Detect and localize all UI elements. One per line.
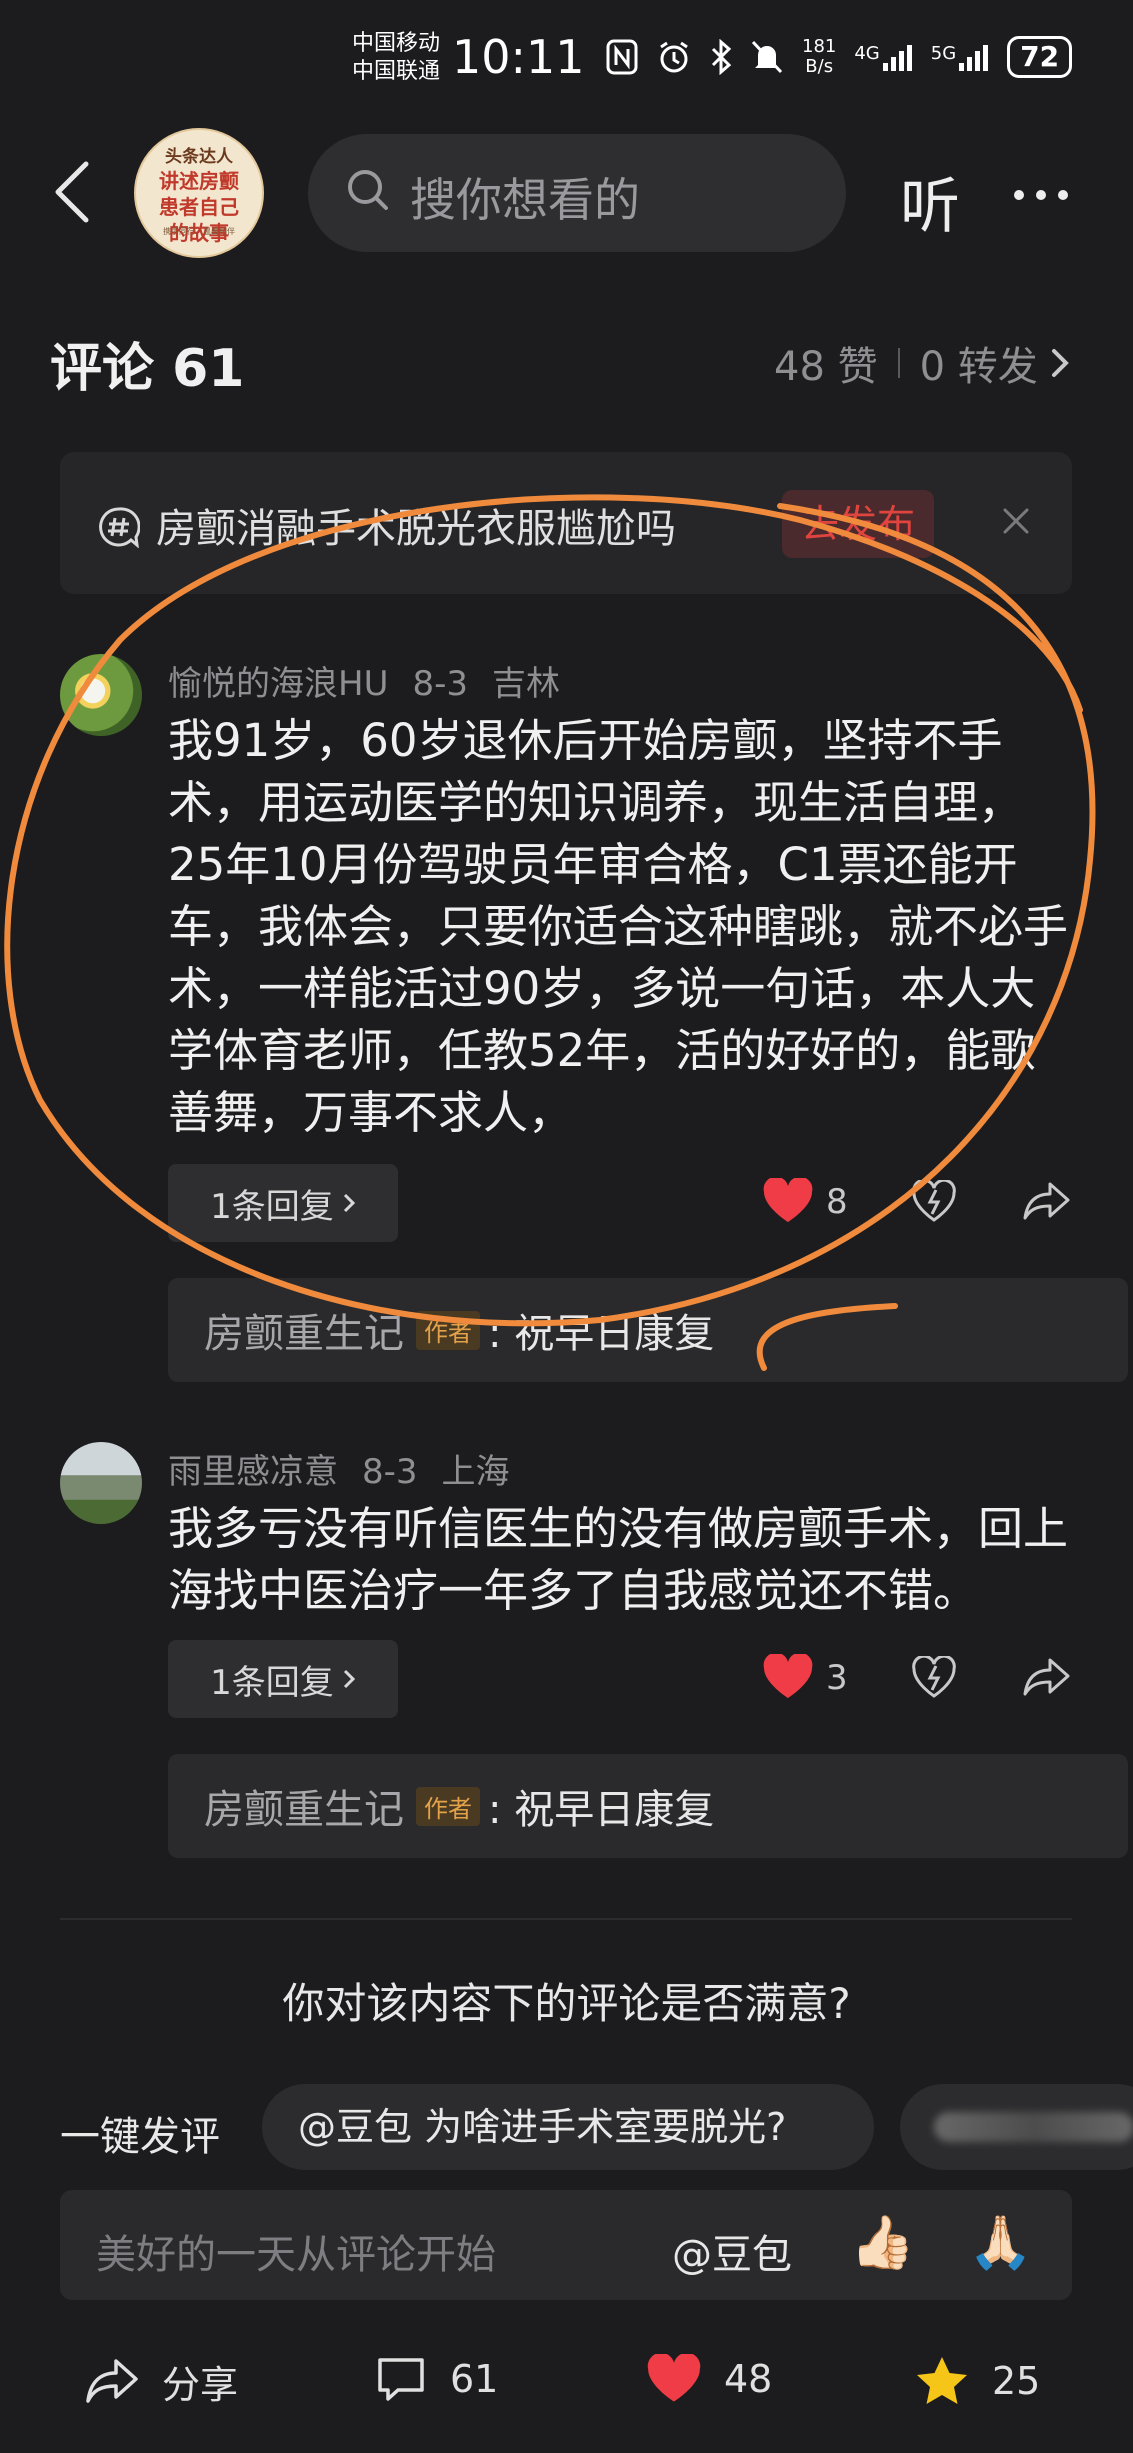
comment-location: 上海	[441, 1452, 510, 1492]
dislike-heart-icon[interactable]	[912, 1180, 956, 1222]
chevron-right-icon	[1050, 347, 1070, 379]
bluetooth-icon	[710, 39, 732, 75]
chevron-right-icon	[343, 1193, 355, 1213]
comment-location: 吉林	[492, 664, 560, 704]
book-cover-line1: 头条达人	[165, 147, 233, 167]
carrier-1: 中国移动	[352, 31, 441, 56]
thumbs-up-emoji[interactable]: 👍🏻	[850, 2212, 915, 2273]
comment-date: 8-3	[362, 1452, 418, 1492]
view-replies-button[interactable]: 1条回复	[168, 1640, 398, 1718]
search-placeholder[interactable]: 搜你想看的	[410, 164, 640, 230]
star-filled-icon	[917, 2357, 967, 2404]
comment-username[interactable]: 愉悦的海浪HU	[168, 664, 388, 704]
sub-reply[interactable]: 房颤重生记 作者: 祝早日康复	[168, 1278, 1128, 1382]
status-icons: 181 B/s 4G 5G 72	[606, 36, 1073, 78]
heart-filled-icon	[647, 2354, 701, 2402]
status-time: 10:11	[452, 30, 585, 84]
likes-count: 48 赞	[774, 344, 878, 390]
author-avatar[interactable]: 头条达人 讲述房颤 患者自己 的故事 携手同行，温馨相伴	[134, 128, 264, 258]
sub-reply-text: : 祝早日康复	[488, 1311, 715, 1357]
quick-comment-chip[interactable]: @豆包 为啥进手术室要脱光?	[262, 2084, 874, 2170]
sub-reply-author[interactable]: 房颤重生记	[204, 1777, 404, 1835]
comment-meta: 愉悦的海浪HU 8-3 吉林	[168, 656, 584, 705]
view-replies-button[interactable]: 1条回复	[168, 1164, 398, 1242]
heart-filled-icon[interactable]	[762, 1654, 814, 1700]
comment-bubble-icon	[378, 2358, 424, 2401]
favorite-button[interactable]: 25	[914, 2354, 1040, 2408]
share-icon	[86, 2358, 138, 2403]
comment-username[interactable]: 雨里感凉意	[168, 1452, 338, 1492]
sub-reply[interactable]: 房颤重生记 作者: 祝早日康复	[168, 1754, 1128, 1858]
comment-meta: 雨里感凉意 8-3 上海	[168, 1444, 534, 1493]
publish-button[interactable]: 去发布	[782, 490, 934, 558]
dislike-heart-icon[interactable]	[912, 1656, 956, 1698]
quick-comment-chip-blurred[interactable]	[900, 2084, 1133, 2170]
signal-4g-icon: 4G	[854, 43, 912, 71]
section-divider	[60, 1918, 1072, 1920]
author-tag: 作者	[416, 1786, 480, 1826]
comments-title: 评论 61	[50, 339, 245, 399]
stats-divider	[897, 348, 900, 378]
share-arrow-icon[interactable]	[1022, 1656, 1072, 1698]
avatar[interactable]	[60, 654, 142, 736]
comment-text[interactable]: 我91岁，60岁退休后开始房颤，坚持不手术，用运动医学的知识调养，现生活自理，2…	[168, 710, 1074, 1144]
avatar[interactable]	[60, 1442, 142, 1524]
quick-comment-label: 一键发评	[60, 2114, 220, 2160]
forwards-count: 0 转发	[919, 344, 1038, 390]
net-speed: 181 B/s	[802, 36, 837, 77]
author-tag: 作者	[416, 1310, 480, 1350]
mention-doubao-button[interactable]: @豆包	[672, 2222, 792, 2280]
chevron-right-icon	[343, 1669, 355, 1689]
sub-reply-author[interactable]: 房颤重生记	[204, 1301, 404, 1359]
comment-like-count: 8	[826, 1182, 848, 1222]
comment-input-placeholder[interactable]: 美好的一天从评论开始	[96, 2222, 496, 2280]
more-menu-icon[interactable]	[1014, 190, 1068, 200]
comment-text[interactable]: 我多亏没有听信医生的没有做房颤手术，回上海找中医治疗一年多了自我感觉还不错。	[168, 1498, 1074, 1622]
share-button[interactable]: 分享	[84, 2354, 238, 2409]
back-button[interactable]	[50, 160, 94, 224]
close-icon[interactable]	[1000, 505, 1032, 537]
heart-filled-icon[interactable]	[762, 1178, 814, 1224]
carrier-labels: 中国移动 中国联通	[352, 30, 440, 86]
carrier-2: 中国联通	[352, 59, 441, 84]
like-button[interactable]: 48	[646, 2354, 772, 2404]
topic-prompt-text[interactable]: 房颤消融手术脱光衣服尴尬吗	[156, 496, 676, 554]
chevron-left-icon	[55, 161, 89, 223]
signal-5g-icon: 5G	[931, 43, 989, 71]
pray-emoji[interactable]: 🙏🏻	[968, 2212, 1033, 2273]
book-cover-line3: 携手同行，温馨相伴	[163, 227, 235, 236]
search-icon	[346, 168, 390, 212]
nfc-icon	[606, 39, 638, 75]
comment-date: 8-3	[412, 664, 468, 704]
sub-reply-text: : 祝早日康复	[488, 1787, 715, 1833]
alarm-icon	[656, 39, 692, 75]
comment-survey-question[interactable]: 你对该内容下的评论是否满意?	[0, 1970, 1133, 2031]
comments-button[interactable]: 61	[374, 2354, 498, 2404]
hashtag-icon	[98, 506, 140, 548]
share-arrow-icon[interactable]	[1022, 1180, 1072, 1222]
listen-button[interactable]: 听	[900, 158, 960, 245]
post-stats[interactable]: 48 赞 0 转发	[774, 334, 1070, 392]
mute-bell-icon	[750, 39, 784, 75]
battery-indicator: 72	[1007, 36, 1073, 78]
comment-like-count: 3	[826, 1658, 848, 1698]
